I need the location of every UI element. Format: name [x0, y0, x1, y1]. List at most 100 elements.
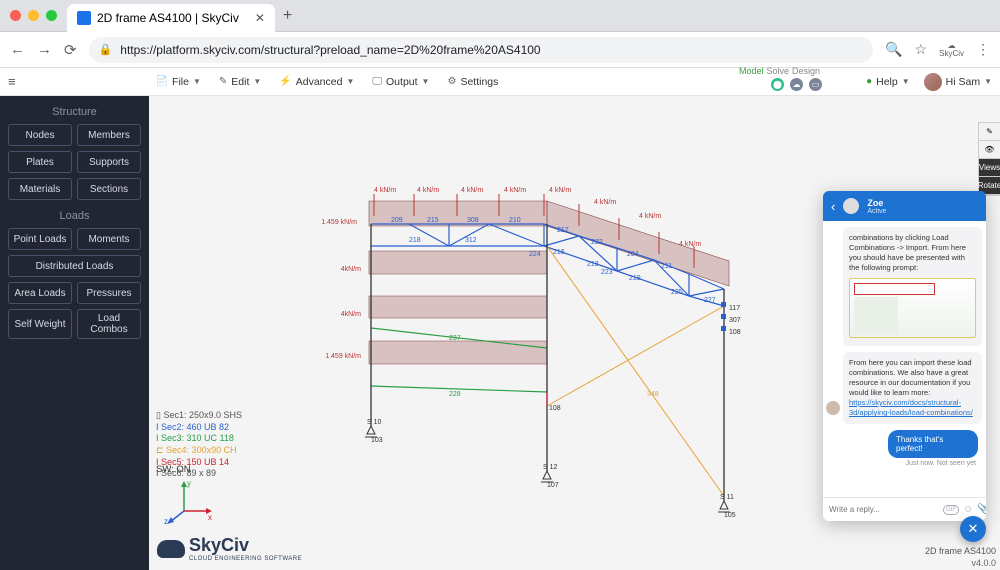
- search-icon[interactable]: 🔍: [885, 41, 902, 58]
- address-bar: ← → ⟳ 🔒 https://platform.skyciv.com/stru…: [0, 32, 1000, 68]
- gif-icon[interactable]: GIF: [943, 505, 959, 515]
- self-weight-button[interactable]: Self Weight: [8, 309, 72, 339]
- file-menu[interactable]: 📄File▼: [156, 76, 201, 88]
- svg-text:307: 307: [729, 317, 741, 324]
- version-label: v4.0.0: [971, 558, 996, 568]
- design-status-icon[interactable]: ▭: [809, 78, 822, 91]
- chat-message-user: Thanks that's perfect!: [888, 430, 978, 458]
- svg-text:216: 216: [553, 249, 565, 256]
- svg-text:4 kN/m: 4 kN/m: [374, 187, 396, 194]
- menu-icon[interactable]: ⋮: [976, 41, 990, 58]
- svg-text:218: 218: [409, 237, 421, 244]
- model-status-icon[interactable]: ⬤: [771, 78, 784, 91]
- settings-menu[interactable]: ⚙Settings: [447, 76, 498, 88]
- minimize-window-icon[interactable]: [28, 10, 39, 21]
- moments-button[interactable]: Moments: [77, 228, 141, 250]
- svg-text:4 kN/m: 4 kN/m: [594, 199, 616, 206]
- chat-meta: Just now. Not seen yet: [843, 460, 982, 467]
- nodes-button[interactable]: Nodes: [8, 124, 72, 146]
- svg-text:4 kN/m: 4 kN/m: [549, 187, 571, 194]
- url-input[interactable]: 🔒 https://platform.skyciv.com/structural…: [89, 37, 874, 63]
- close-window-icon[interactable]: [10, 10, 21, 21]
- svg-text:237: 237: [449, 335, 461, 342]
- pencil-tool[interactable]: ✎: [979, 123, 1000, 141]
- svg-text:108: 108: [549, 405, 561, 412]
- svg-text:222: 222: [591, 239, 603, 246]
- close-tab-icon[interactable]: ✕: [255, 11, 265, 25]
- svg-text:308: 308: [467, 217, 479, 224]
- mode-tabs: Model Solve Design: [739, 66, 820, 76]
- bookmark-icon[interactable]: ☆: [915, 41, 928, 58]
- chat-link[interactable]: https://skyciv.com/docs/structural-3d/ap…: [849, 398, 973, 417]
- chat-message-operator-2: From here you can import these load comb…: [843, 352, 982, 425]
- view-toolstrip: ✎ 👁 Views Rotate: [978, 122, 1000, 196]
- solve-status-icon[interactable]: ☁: [790, 78, 803, 91]
- materials-button[interactable]: Materials: [8, 178, 72, 200]
- pencil-icon: ✎: [219, 76, 227, 87]
- svg-text:348: 348: [647, 391, 659, 398]
- chat-header: ‹ Zoe Active: [823, 191, 986, 221]
- file-label: 2D frame AS4100: [925, 546, 996, 556]
- hamburger-icon[interactable]: ≡: [8, 74, 16, 89]
- chat-widget: ‹ Zoe Active combinations by clicking Lo…: [823, 191, 986, 521]
- area-loads-button[interactable]: Area Loads: [8, 282, 72, 304]
- supports-button[interactable]: Supports: [77, 151, 141, 173]
- sidebar: Structure Nodes Members Plates Supports …: [0, 96, 149, 570]
- model-canvas[interactable]: 4 kN/m 4 kN/m 4 kN/m 4 kN/m 4 kN/m 4 kN/…: [149, 96, 1000, 570]
- new-tab-button[interactable]: +: [283, 7, 292, 25]
- point-loads-button[interactable]: Point Loads: [8, 228, 72, 250]
- chat-body[interactable]: combinations by clicking Load Combinatio…: [823, 221, 986, 497]
- svg-text:S 12: S 12: [543, 464, 558, 471]
- svg-text:4 kN/m: 4 kN/m: [639, 213, 661, 220]
- svg-text:107: 107: [547, 482, 559, 489]
- traffic-lights: [10, 10, 57, 21]
- svg-text:108: 108: [729, 329, 741, 336]
- output-menu[interactable]: 🖵Output▼: [372, 76, 429, 88]
- monitor-icon: 🖵: [372, 76, 382, 87]
- chat-input[interactable]: [829, 505, 939, 514]
- chat-image-thumb[interactable]: [849, 278, 976, 338]
- plates-button[interactable]: Plates: [8, 151, 72, 173]
- extension-icon[interactable]: ☁︎SkyCiv: [939, 42, 964, 58]
- mode-model[interactable]: Model: [739, 66, 764, 76]
- attach-icon[interactable]: 📎: [977, 504, 986, 515]
- maximize-window-icon[interactable]: [46, 10, 57, 21]
- load-combos-button[interactable]: Load Combos: [77, 309, 141, 339]
- axes-gizmo[interactable]: y x z: [164, 476, 214, 526]
- structure-header: Structure: [6, 106, 143, 118]
- advanced-menu[interactable]: ⚡Advanced▼: [279, 76, 354, 88]
- svg-text:215: 215: [427, 217, 439, 224]
- mode-solve[interactable]: Solve: [766, 66, 789, 76]
- svg-text:4kN/m: 4kN/m: [341, 266, 361, 273]
- forward-button[interactable]: →: [37, 41, 52, 58]
- svg-text:105: 105: [724, 512, 736, 519]
- mode-design[interactable]: Design: [792, 66, 820, 76]
- chat-back-icon[interactable]: ‹: [831, 199, 835, 214]
- reload-button[interactable]: ⟳: [64, 41, 77, 59]
- user-menu[interactable]: Hi Sam▼: [924, 73, 992, 91]
- svg-text:117: 117: [729, 305, 740, 312]
- distributed-loads-button[interactable]: Distributed Loads: [8, 255, 141, 277]
- views-tool[interactable]: Views: [979, 159, 1000, 177]
- help-menu[interactable]: ●Help▼: [866, 76, 910, 88]
- chat-status: Active: [867, 208, 886, 215]
- chat-close-fab[interactable]: ✕: [960, 516, 986, 542]
- emoji-icon[interactable]: ☺: [963, 504, 973, 515]
- svg-text:225: 225: [671, 289, 683, 296]
- svg-text:S 11: S 11: [720, 494, 734, 501]
- svg-text:1.459 kN/m: 1.459 kN/m: [325, 353, 361, 360]
- members-button[interactable]: Members: [77, 124, 141, 146]
- svg-text:4 kN/m: 4 kN/m: [461, 187, 483, 194]
- svg-text:y: y: [187, 479, 191, 488]
- bolt-icon: ⚡: [279, 76, 291, 87]
- file-icon: 📄: [156, 76, 168, 87]
- lock-icon: 🔒: [99, 43, 113, 56]
- browser-tab[interactable]: 2D frame AS4100 | SkyCiv ✕: [67, 4, 275, 32]
- back-button[interactable]: ←: [10, 41, 25, 58]
- edit-menu[interactable]: ✎Edit▼: [219, 76, 261, 88]
- pressures-button[interactable]: Pressures: [77, 282, 141, 304]
- sections-button[interactable]: Sections: [77, 178, 141, 200]
- svg-text:x: x: [208, 513, 212, 522]
- tab-title: 2D frame AS4100 | SkyCiv: [97, 11, 239, 25]
- eye-tool[interactable]: 👁: [979, 141, 1000, 159]
